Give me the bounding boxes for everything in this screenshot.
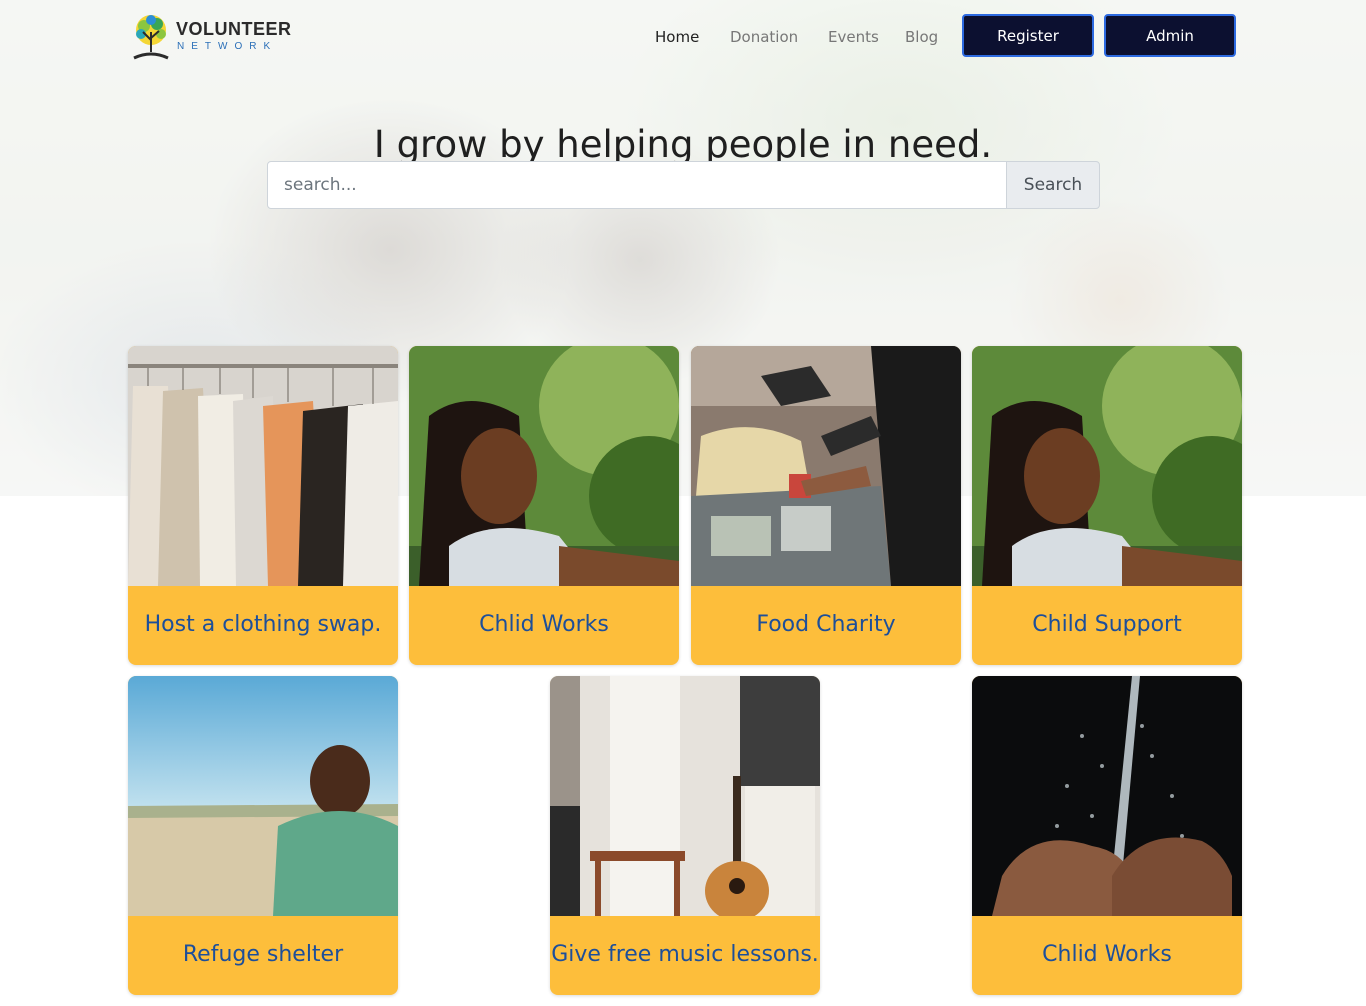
card-title: Give free music lessons. xyxy=(551,942,819,967)
smiling-girl-photo xyxy=(409,346,679,586)
card-title: Child Support xyxy=(1032,612,1182,637)
register-button[interactable]: Register xyxy=(962,14,1094,57)
nav-donation-link[interactable]: Donation xyxy=(730,28,798,46)
hero-headline: I grow by helping people in need. xyxy=(373,122,993,166)
food-drive-photo xyxy=(691,346,961,586)
water-hands-photo xyxy=(972,676,1242,916)
nav-home-link[interactable]: Home xyxy=(655,28,699,46)
event-card[interactable]: Host a clothing swap. xyxy=(128,346,398,665)
event-card[interactable]: Food Charity xyxy=(691,346,961,665)
search-button[interactable]: Search xyxy=(1006,161,1100,209)
brand-name: VOLUNTEER xyxy=(176,19,292,39)
music-room-guitar-photo xyxy=(550,676,820,916)
event-card[interactable]: Refuge shelter xyxy=(128,676,398,995)
smiling-girl-photo xyxy=(972,346,1242,586)
card-title: Chlid Works xyxy=(1042,942,1172,967)
tree-logo-icon xyxy=(133,15,169,60)
event-card[interactable]: Chlid Works xyxy=(972,676,1242,995)
clothing-rack-photo xyxy=(128,346,398,586)
card-title: Food Charity xyxy=(756,612,896,637)
card-title: Chlid Works xyxy=(479,612,609,637)
event-card[interactable]: Give free music lessons. xyxy=(550,676,820,995)
card-title: Host a clothing swap. xyxy=(144,612,382,637)
card-title: Refuge shelter xyxy=(182,942,344,967)
event-card[interactable]: Chlid Works xyxy=(409,346,679,665)
admin-button[interactable]: Admin xyxy=(1104,14,1236,57)
nav-events-link[interactable]: Events xyxy=(828,28,879,46)
boy-in-field-photo xyxy=(128,676,398,916)
brand-logo[interactable]: VOLUNTEER NETWORK xyxy=(130,12,292,62)
event-card[interactable]: Child Support xyxy=(972,346,1242,665)
search-input[interactable] xyxy=(267,161,1007,209)
brand-tagline: NETWORK xyxy=(177,41,278,52)
nav-blog-link[interactable]: Blog xyxy=(905,28,938,46)
